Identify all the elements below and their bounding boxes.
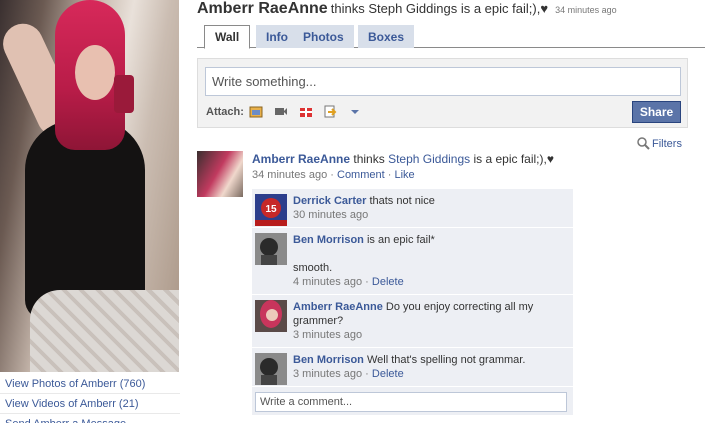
profile-photo[interactable] <box>0 0 179 372</box>
photo-blanket <box>30 290 179 372</box>
story-text-before: thinks <box>353 152 385 166</box>
avatar[interactable] <box>255 233 287 265</box>
photo-face <box>75 45 115 100</box>
comment-box: Write a comment... <box>252 387 573 415</box>
comment-item: Ben Morrison Well that's spelling not gr… <box>252 348 573 387</box>
story-text-after: is a epic fail;),♥ <box>473 152 554 166</box>
comment-link[interactable]: Comment <box>337 169 385 181</box>
search-icon <box>637 137 650 150</box>
photo-icon[interactable] <box>249 105 263 118</box>
filters-label: Filters <box>652 138 682 150</box>
profile-name: Amberr RaeAnne <box>197 0 328 17</box>
comment-author[interactable]: Derrick Carter <box>293 195 366 207</box>
gift-icon[interactable] <box>299 105 313 118</box>
comment-text: Well that's spelling not grammar. <box>366 354 526 366</box>
comment-item: Amberr RaeAnne Do you enjoy correcting a… <box>252 295 573 348</box>
story-meta: 34 minutes ago · Comment · Like <box>252 169 415 181</box>
share-button[interactable]: Share <box>632 101 681 123</box>
like-link[interactable]: Like <box>394 169 414 181</box>
tab-info[interactable]: Info <box>256 25 298 48</box>
wall-composer: Write something... Attach: Share <box>197 58 688 128</box>
comment-input[interactable]: Write a comment... <box>255 392 567 412</box>
chevron-down-icon[interactable] <box>348 105 362 118</box>
attach-label: Attach: <box>206 106 244 118</box>
avatar[interactable] <box>255 300 287 332</box>
view-photos-link[interactable]: View Photos of Amberr (760) <box>0 374 180 394</box>
status-input[interactable]: Write something... <box>205 67 681 96</box>
main-column: Amberr RaeAnne thinks Steph Giddings is … <box>197 0 705 423</box>
comment-author[interactable]: Amberr RaeAnne <box>293 301 383 313</box>
comment-time: 3 minutes ago <box>293 368 363 380</box>
delete-link[interactable]: Delete <box>372 276 404 288</box>
comment-author[interactable]: Ben Morrison <box>293 354 364 366</box>
comment-text: thats not nice <box>369 195 435 207</box>
filters-link[interactable]: Filters <box>637 137 682 150</box>
story-avatar[interactable] <box>197 151 243 197</box>
comments-list: 15 Derrick Carter thats not nice 30 minu… <box>252 189 573 415</box>
comment-time: 4 minutes ago <box>293 276 363 288</box>
tab-boxes[interactable]: Boxes <box>358 25 415 48</box>
story-actor-link[interactable]: Amberr RaeAnne <box>252 152 350 166</box>
delete-link[interactable]: Delete <box>372 368 404 380</box>
comment-time: 30 minutes ago <box>293 209 369 221</box>
comment-item: Ben Morrison is an epic fail* smooth. 4 … <box>252 228 573 295</box>
photo-phone <box>114 75 134 113</box>
profile-links: View Photos of Amberr (760) View Videos … <box>0 374 180 423</box>
tab-wall[interactable]: Wall <box>204 25 251 49</box>
tab-photos[interactable]: Photos <box>293 25 354 48</box>
comment-text-2: smooth. <box>293 262 333 274</box>
view-videos-link[interactable]: View Videos of Amberr (21) <box>0 394 180 414</box>
avatar[interactable] <box>255 353 287 385</box>
story-time: 34 minutes ago <box>252 169 328 181</box>
comment-text: is an epic fail* <box>366 234 435 246</box>
video-icon[interactable] <box>274 105 288 118</box>
comment-time: 3 minutes ago <box>293 329 363 341</box>
send-message-link[interactable]: Send Amberr a Message <box>0 414 180 423</box>
avatar[interactable]: 15 <box>255 194 287 226</box>
left-column: View Photos of Amberr (760) View Videos … <box>0 0 180 423</box>
profile-tabs: Wall Info Photos Boxes <box>197 25 705 49</box>
comment-item: 15 Derrick Carter thats not nice 30 minu… <box>252 189 573 228</box>
comment-author[interactable]: Ben Morrison <box>293 234 364 246</box>
link-icon[interactable] <box>323 105 337 118</box>
status-time: 34 minutes ago <box>555 5 617 15</box>
story-text: Amberr RaeAnne thinks Steph Giddings is … <box>252 152 692 166</box>
profile-status: thinks Steph Giddings is a epic fail;),♥ <box>330 1 549 16</box>
svg-text:15: 15 <box>265 204 277 215</box>
story-mention-link[interactable]: Steph Giddings <box>388 152 470 166</box>
profile-header: Amberr RaeAnne thinks Steph Giddings is … <box>197 0 617 20</box>
